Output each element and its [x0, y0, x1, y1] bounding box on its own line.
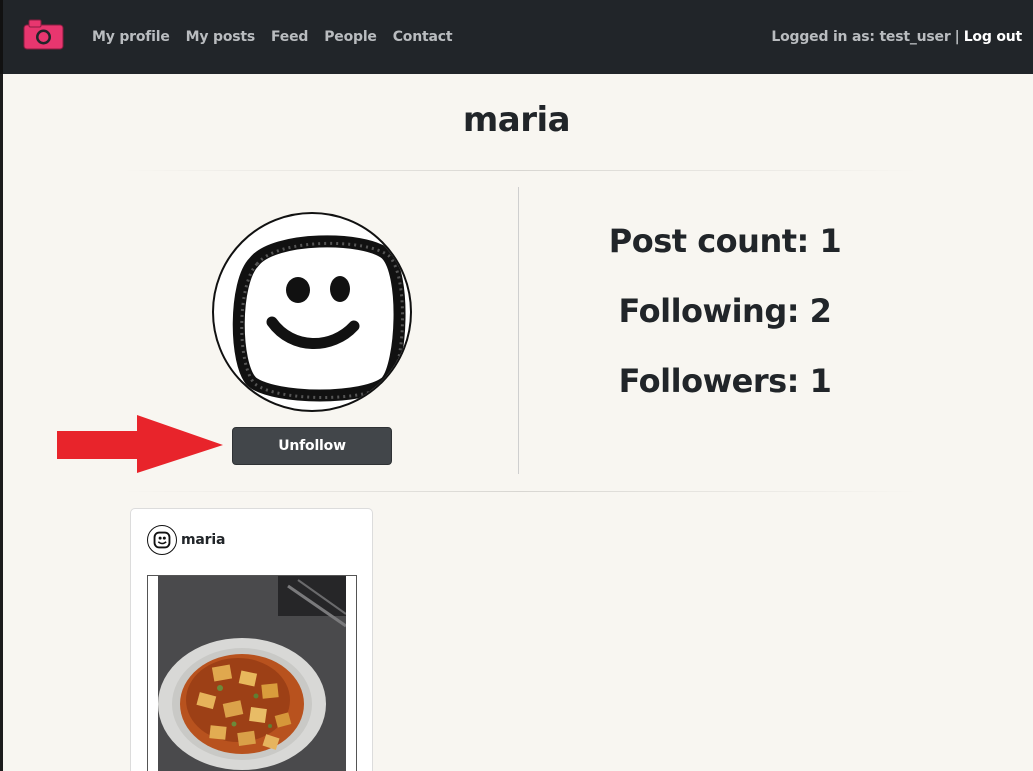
nav-my-posts[interactable]: My posts — [186, 29, 256, 45]
followers-count[interactable]: Followers: 1 — [520, 362, 930, 400]
red-arrow-annotation — [57, 415, 223, 473]
nav-links: My profile My posts Feed People Contact — [92, 0, 453, 74]
camera-icon[interactable] — [23, 19, 64, 50]
nav-separator: | — [954, 29, 960, 45]
logout-link[interactable]: Log out — [964, 29, 1023, 45]
smiley-face-avatar — [232, 235, 406, 402]
divider-bottom — [120, 491, 920, 492]
post-author-name[interactable]: maria — [181, 532, 225, 548]
post-image-frame — [147, 575, 357, 771]
profile-avatar — [212, 212, 412, 412]
logged-in-status: Logged in as: test_user — [771, 29, 951, 45]
post-header: maria — [147, 525, 225, 555]
unfollow-button[interactable]: Unfollow — [232, 427, 392, 465]
following-count[interactable]: Following: 2 — [520, 292, 930, 330]
user-area: Logged in as: test_user | Log out — [771, 0, 1022, 74]
post-author-avatar — [147, 525, 177, 555]
navbar: My profile My posts Feed People Contact … — [0, 0, 1033, 74]
page-left-border — [0, 74, 3, 771]
nav-people[interactable]: People — [324, 29, 377, 45]
divider-top — [120, 170, 920, 171]
nav-contact[interactable]: Contact — [393, 29, 453, 45]
mapo-tofu-dish-photo — [158, 576, 346, 771]
post-card[interactable]: maria — [130, 508, 373, 771]
profile-username: maria — [462, 100, 571, 140]
nav-feed[interactable]: Feed — [271, 29, 308, 45]
vertical-divider — [518, 187, 519, 474]
nav-my-profile[interactable]: My profile — [92, 29, 170, 45]
post-count: Post count: 1 — [608, 222, 842, 260]
